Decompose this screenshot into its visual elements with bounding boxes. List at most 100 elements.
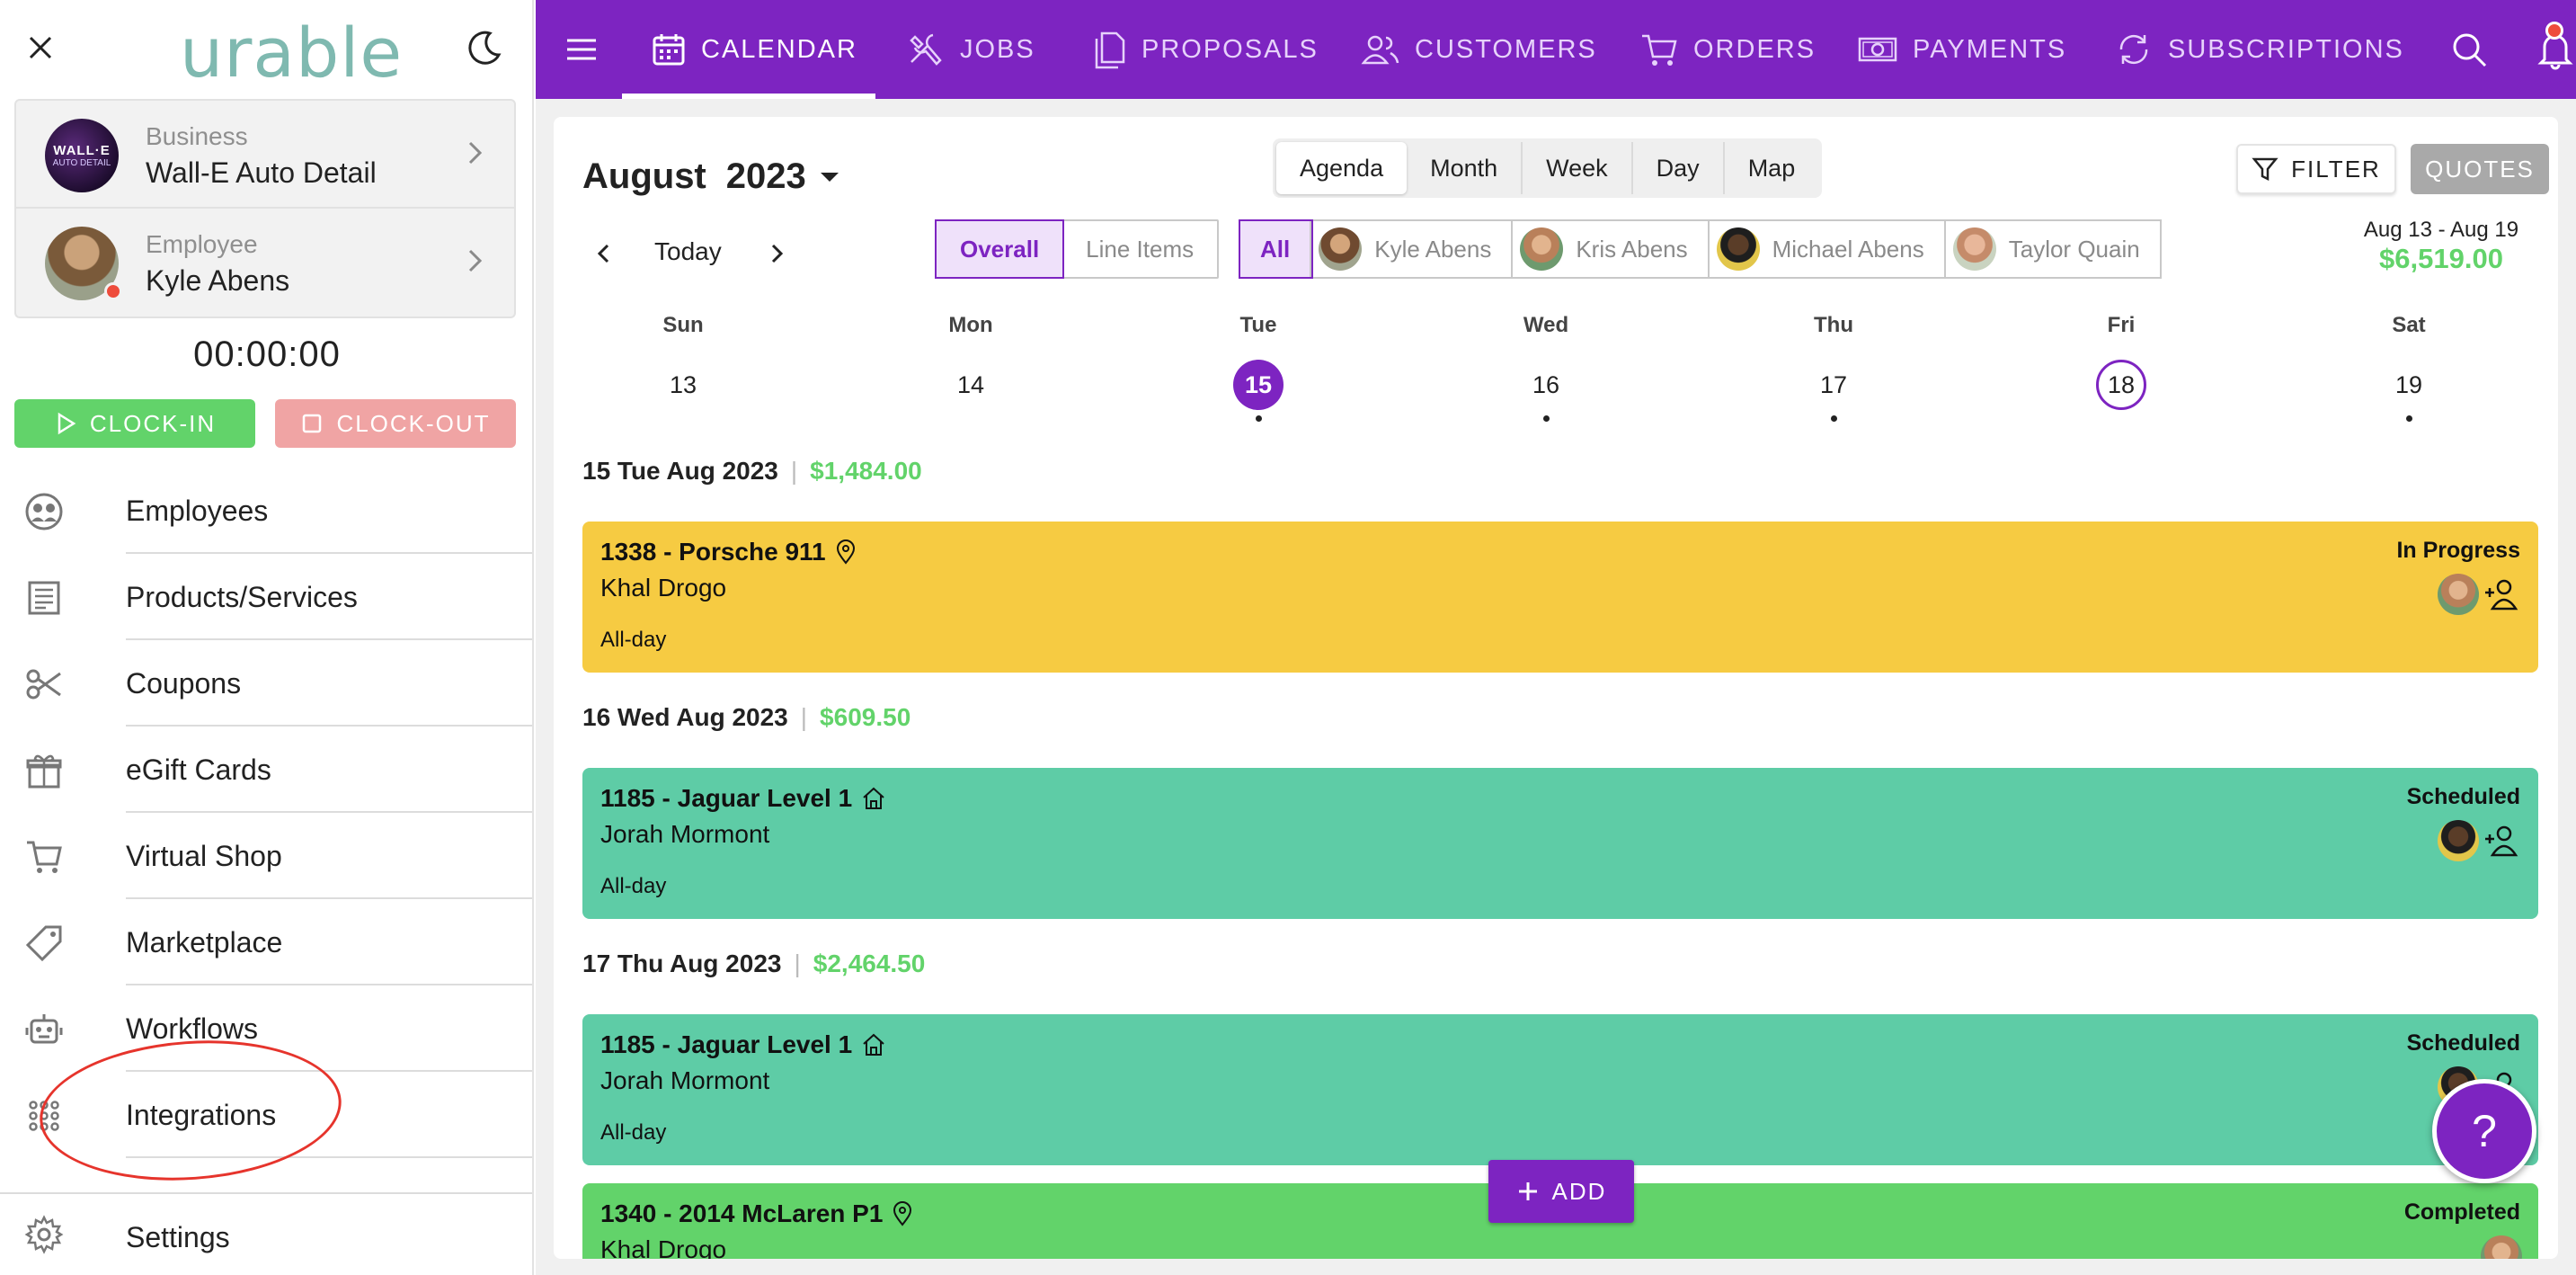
sidebar-item-employees[interactable]: Employees (0, 468, 532, 554)
job-status: Completed (2403, 1199, 2520, 1225)
calendar-icon (653, 34, 685, 66)
sidebar-item-workflows[interactable]: Workflows (0, 985, 532, 1072)
avatar (1520, 227, 1564, 271)
job-time: All-day (600, 874, 667, 898)
day-number[interactable]: 19 (2384, 360, 2434, 410)
month-picker[interactable]: August 2023 (582, 156, 840, 197)
tab-label: CALENDAR (701, 34, 857, 64)
day-number[interactable]: 13 (658, 360, 708, 410)
tab-jobs[interactable]: JOBS (906, 0, 1035, 99)
hamburger-menu-icon[interactable] (559, 27, 604, 72)
gear-icon (23, 1214, 65, 1255)
job-time: All-day (600, 1120, 667, 1145)
status-dot (104, 282, 122, 300)
tab-proposals[interactable]: PROPOSALS (1091, 0, 1319, 99)
agenda-day-header: 16 Wed Aug 2023 | $609.50 (582, 703, 910, 732)
day-number-today[interactable]: 15 (1233, 360, 1284, 410)
business-logo-subtext: AUTO DETAIL (52, 158, 111, 168)
business-logo: WALL·E AUTO DETAIL (45, 119, 119, 192)
mode-toggle: Overall Line Items (934, 219, 1220, 279)
view-agenda-button[interactable]: Agenda (1276, 142, 1408, 194)
add-button[interactable]: ADD (1488, 1160, 1634, 1223)
event-dot (1830, 415, 1837, 422)
employee-filter-taylor[interactable]: Taylor Quain (1946, 221, 2160, 277)
agenda-total: $1,484.00 (810, 457, 922, 485)
job-title-text: 1340 - 2014 McLaren P1 (600, 1199, 884, 1227)
business-caption: Business (146, 122, 248, 150)
dark-mode-moon-icon[interactable] (462, 25, 507, 70)
day-number[interactable]: 16 (1521, 360, 1571, 410)
sidebar-item-label: Virtual Shop (126, 839, 282, 872)
job-customer: Jorah Mormont (600, 820, 770, 848)
employee-filter-kris[interactable]: Kris Abens (1513, 221, 1710, 277)
job-assignees (2438, 574, 2522, 615)
tab-customers[interactable]: CUSTOMERS (1361, 0, 1597, 99)
job-status: Scheduled (2406, 784, 2520, 809)
day-number-selected[interactable]: 18 (2096, 360, 2146, 410)
add-assignee-icon[interactable] (2483, 821, 2522, 860)
employee-name: Kyle Abens (146, 264, 290, 297)
users-icon (1361, 35, 1399, 65)
close-icon[interactable] (20, 27, 61, 68)
employee-filter-kyle[interactable]: Kyle Abens (1311, 221, 1514, 277)
sidebar-item-label: Products/Services (126, 580, 358, 613)
filter-button[interactable]: FILTER (2236, 144, 2396, 194)
job-card[interactable]: 1185 - Jaguar Level 1 Jorah Mormont All-… (582, 1014, 2538, 1165)
job-card[interactable]: 1338 - Porsche 911 Khal Drogo All-day In… (582, 522, 2538, 673)
view-week-button[interactable]: Week (1523, 142, 1633, 194)
help-button[interactable]: ? (2432, 1079, 2536, 1183)
tab-orders[interactable]: ORDERS (1639, 0, 1816, 99)
employee-selector[interactable]: Employee Kyle Abens (14, 209, 516, 318)
tab-calendar[interactable]: CALENDAR (651, 0, 857, 99)
search-icon[interactable] (2447, 27, 2492, 72)
job-card[interactable]: 1185 - Jaguar Level 1 Jorah Mormont All-… (582, 768, 2538, 919)
separator: | (790, 457, 798, 485)
separator: | (800, 703, 808, 731)
view-month-button[interactable]: Month (1407, 142, 1523, 194)
urable-logo: urable (180, 13, 404, 93)
job-time: All-day (600, 628, 667, 652)
day-number[interactable]: 17 (1808, 360, 1859, 410)
view-map-button[interactable]: Map (1725, 142, 1819, 194)
sidebar-item-virtual-shop[interactable]: Virtual Shop (0, 813, 532, 899)
job-title-text: 1185 - Jaguar Level 1 (600, 1030, 853, 1058)
tab-label: PROPOSALS (1141, 34, 1319, 64)
mode-line-items-button[interactable]: Line Items (1062, 221, 1217, 277)
job-title: 1185 - Jaguar Level 1 (600, 784, 886, 813)
previous-week-icon[interactable] (586, 236, 622, 272)
business-name: Wall-E Auto Detail (146, 156, 377, 189)
clock-in-label: CLOCK-IN (89, 409, 217, 437)
day-column-thu: Thu 17 (1771, 313, 1896, 422)
employee-filter-all[interactable]: All (1238, 219, 1314, 279)
day-number[interactable]: 14 (946, 360, 996, 410)
chevron-right-icon (468, 141, 483, 165)
agenda-date: 17 Thu Aug 2023 (582, 950, 782, 977)
sidebar-item-settings[interactable]: Settings (0, 1192, 532, 1275)
tab-payments[interactable]: PAYMENTS (1857, 0, 2066, 99)
business-selector[interactable]: WALL·E AUTO DETAIL Business Wall-E Auto … (14, 99, 516, 209)
tab-subscriptions[interactable]: SUBSCRIPTIONS (2114, 0, 2404, 99)
day-of-week: Wed (1523, 313, 1569, 337)
clock-timer: 00:00:00 (193, 334, 341, 374)
job-status: In Progress (2396, 538, 2520, 563)
sidebar-item-coupons[interactable]: Coupons (0, 640, 532, 727)
quotes-button[interactable]: QUOTES (2411, 144, 2549, 194)
sidebar-item-integrations[interactable]: Integrations (0, 1072, 532, 1158)
avatar (1716, 227, 1760, 271)
next-week-icon[interactable] (759, 236, 795, 272)
view-day-button[interactable]: Day (1633, 142, 1725, 194)
sidebar-item-egift-cards[interactable]: eGift Cards (0, 727, 532, 813)
sidebar-item-marketplace[interactable]: Marketplace (0, 899, 532, 985)
add-assignee-icon[interactable] (2483, 575, 2522, 614)
job-assignees (2438, 820, 2522, 861)
employee-filter-michael[interactable]: Michael Abens (1710, 221, 1946, 277)
mode-overall-button[interactable]: Overall (934, 219, 1065, 279)
clock-in-button[interactable]: CLOCK-IN (14, 399, 255, 448)
today-button[interactable]: Today (654, 237, 722, 266)
plus-icon (1518, 1182, 1537, 1200)
day-column-fri: Fri 18 (2058, 313, 2184, 422)
cart-icon (23, 836, 65, 878)
job-title: 1338 - Porsche 911 (600, 538, 857, 566)
clock-out-button[interactable]: CLOCK-OUT (275, 399, 516, 448)
sidebar-item-products-services[interactable]: Products/Services (0, 554, 532, 640)
